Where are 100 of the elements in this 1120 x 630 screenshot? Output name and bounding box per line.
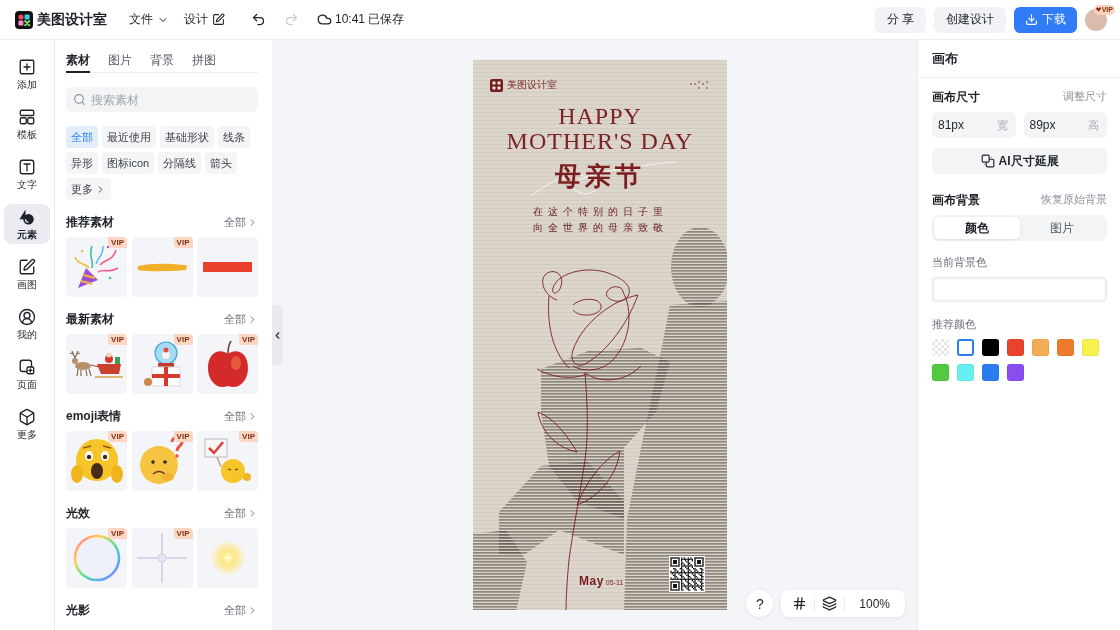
undo-button[interactable] — [251, 12, 266, 27]
brand-name: 美图设计室 — [507, 78, 557, 92]
sticker-tile[interactable] — [197, 237, 258, 297]
page-add-icon — [18, 357, 36, 376]
nav-item[interactable]: 文字 — [4, 154, 50, 194]
edit-icon — [212, 13, 225, 26]
panel-tab[interactable]: 图片 — [108, 50, 132, 73]
see-all-link[interactable]: 全部 — [224, 311, 258, 327]
sticker-tile[interactable]: VIP — [131, 334, 193, 394]
filter-chip[interactable]: 基础形状 — [160, 126, 214, 148]
message-line: 在这个特别的日子里 — [532, 205, 668, 219]
mode-tab[interactable]: 颜色 — [934, 217, 1020, 239]
field-label: 当前背景色 — [932, 255, 988, 269]
nav-item[interactable]: 我的 — [4, 304, 50, 344]
thinking-emoji-drawing — [139, 437, 185, 485]
collapse-panel-button[interactable] — [272, 305, 283, 365]
redo-icon — [284, 12, 299, 27]
panel-title: 画布 — [932, 49, 958, 68]
share-button[interactable]: 分 享 — [874, 6, 926, 33]
transparent-swatch-icon[interactable] — [932, 339, 949, 356]
vip-badge: VIP — [108, 334, 127, 345]
shapes-icon — [18, 207, 36, 226]
more-filters-chip[interactable]: 更多 — [66, 178, 111, 200]
ai-extend-button[interactable]: AI尺寸延展 — [932, 148, 1107, 174]
vip-badge: VIP — [239, 334, 258, 345]
undo-icon — [251, 12, 266, 27]
nav-item[interactable]: 页面 — [4, 354, 50, 394]
sticker-tile[interactable] — [197, 528, 258, 588]
brand-logo-icon — [490, 78, 503, 92]
bubble-ring-drawing — [72, 534, 121, 582]
vip-badge: VIP — [173, 528, 193, 539]
heart-icon — [1095, 7, 1101, 12]
see-all-link[interactable]: 全部 — [224, 505, 258, 521]
sticker-tile[interactable]: VIP — [131, 431, 193, 491]
nav-item[interactable]: 更多 — [4, 404, 50, 444]
title-edit-button[interactable]: 设计 — [184, 6, 225, 33]
nav-item[interactable]: 元素 — [4, 204, 50, 244]
field-label: 推荐颜色 — [932, 317, 977, 331]
panel-tab[interactable]: 背景 — [150, 50, 174, 73]
mode-tab[interactable]: 图片 — [1019, 217, 1105, 239]
app-name: 美图设计室 — [37, 10, 107, 29]
sticker-tile[interactable]: VIP — [197, 334, 258, 394]
filter-chip[interactable]: 线条 — [218, 126, 250, 148]
help-button[interactable]: ? — [746, 590, 774, 617]
vip-badge: VIP — [108, 237, 127, 248]
zoom-level-button[interactable]: 100% — [845, 590, 899, 617]
search-field[interactable]: 搜索素材 — [66, 87, 258, 112]
cube-icon — [18, 407, 36, 426]
sticker-tile[interactable]: VIP — [66, 528, 127, 588]
filter-chip[interactable]: 最近使用 — [102, 126, 156, 148]
nav-item[interactable]: 添加 — [4, 54, 50, 94]
filter-chip[interactable]: 全部 — [66, 126, 98, 148]
sticker-tile[interactable]: VIP — [66, 431, 127, 491]
message-line: 向全世界的母亲致敬 — [532, 221, 668, 235]
vip-badge: VIP — [173, 431, 193, 442]
filter-chip[interactable]: 图标icon — [102, 152, 155, 174]
filter-chip[interactable]: 异形 — [66, 152, 98, 174]
color-field[interactable] — [932, 277, 1107, 302]
see-all-link[interactable]: 全部 — [224, 602, 258, 618]
brush-stroke-drawing — [136, 262, 188, 272]
sticker-tile[interactable]: VIP — [131, 528, 193, 588]
scared-emoji-drawing — [70, 439, 123, 483]
resize-icon — [980, 154, 995, 168]
filter-chip[interactable]: 分隔线 — [158, 152, 202, 174]
sticker-tile[interactable]: VIP — [66, 237, 127, 297]
save-status: 10:41 已保存 — [335, 11, 405, 28]
dot-pattern-drawing — [690, 80, 710, 90]
unit-label: 高 — [1088, 117, 1099, 133]
reindeer-sleigh-drawing — [69, 349, 124, 379]
panel-tab[interactable]: 素材 — [66, 50, 90, 73]
section-label: 画布尺寸 — [932, 88, 980, 106]
emoji-with-sign-drawing — [203, 438, 252, 484]
panel-tab[interactable]: 拼图 — [192, 50, 216, 73]
create-design-button[interactable]: 创建设计 — [934, 6, 1006, 33]
gift-box-drawing — [143, 341, 181, 387]
sticker-tile[interactable]: VIP — [66, 334, 127, 394]
height-field[interactable]: 89px 高 — [1023, 112, 1107, 138]
menu-button[interactable]: 文件 — [129, 6, 169, 33]
poster-title: 母亲节 — [555, 161, 645, 191]
layers-icon — [822, 596, 838, 611]
see-all-link[interactable]: 全部 — [224, 214, 258, 230]
color-swatch-icon[interactable] — [957, 339, 974, 356]
party-popper-drawing — [72, 244, 121, 290]
nav-item[interactable]: 模板 — [4, 104, 50, 144]
download-icon — [1025, 13, 1038, 26]
nav-item[interactable]: 画图 — [4, 254, 50, 294]
headline-text: MOTHER'S DAY — [506, 129, 694, 154]
search-icon — [73, 93, 86, 106]
month-label: May — [579, 574, 604, 588]
download-button[interactable]: 下载 — [1014, 6, 1077, 33]
section-title: emoji表情 — [66, 407, 122, 425]
sticker-tile[interactable]: VIP — [197, 431, 258, 491]
width-field[interactable]: 81px 宽 — [932, 112, 1016, 138]
template-icon — [18, 107, 36, 126]
vip-badge: VIP — [108, 431, 127, 442]
section-title: 推荐素材 — [66, 213, 114, 231]
see-all-link[interactable]: 全部 — [224, 408, 258, 424]
cloud-icon — [317, 12, 332, 27]
filter-chip[interactable]: 箭头 — [205, 152, 238, 174]
sticker-tile[interactable]: VIP — [131, 237, 193, 297]
